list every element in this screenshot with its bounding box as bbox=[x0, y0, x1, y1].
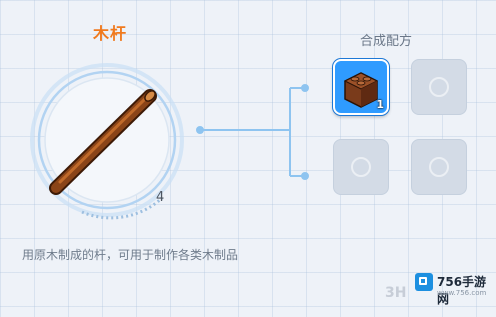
watermark: 756手游网 www.756.com bbox=[415, 271, 493, 306]
recipe-slot-3[interactable] bbox=[333, 139, 389, 195]
watermark-url: www.756.com bbox=[437, 289, 487, 297]
empty-slot-icon bbox=[429, 157, 449, 177]
recipe-slot-2[interactable] bbox=[411, 59, 467, 115]
recipe-title: 合成配方 bbox=[360, 34, 413, 49]
empty-slot-icon bbox=[429, 77, 449, 97]
item-description: 用原木制成的杆，可用于制作各类木制品 bbox=[22, 248, 239, 262]
slot-count: 1 bbox=[376, 98, 384, 111]
watermark-logo-icon bbox=[415, 273, 433, 291]
recipe-slot-4[interactable] bbox=[411, 139, 467, 195]
recipe-slot-1[interactable]: 1 bbox=[333, 59, 389, 115]
empty-slot-icon bbox=[351, 157, 371, 177]
watermark-faint: 3H bbox=[385, 285, 407, 301]
